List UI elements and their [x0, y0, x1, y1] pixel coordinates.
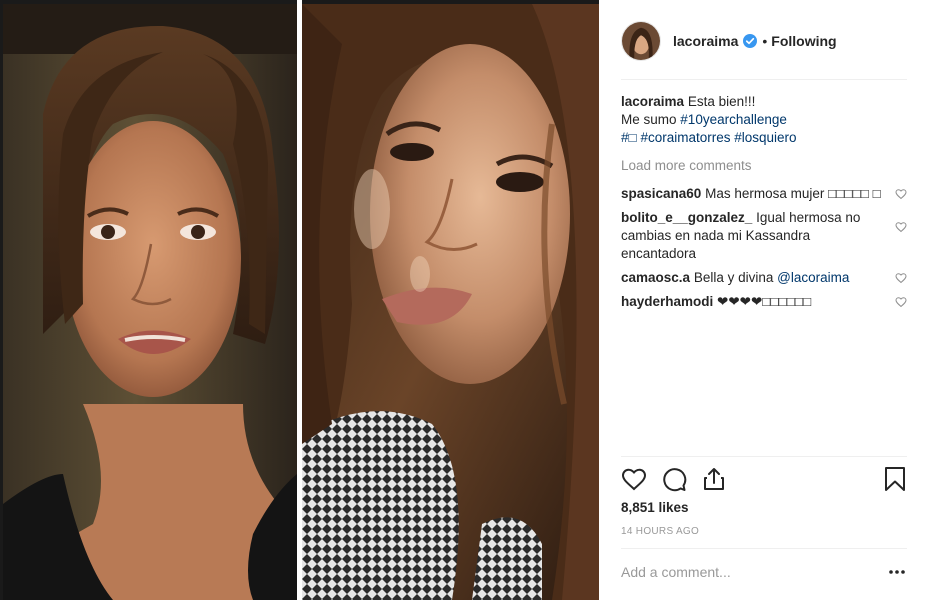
now-photo-image — [302, 4, 599, 600]
now-photo — [302, 4, 599, 600]
load-more-comments-button[interactable]: Load more comments — [621, 157, 752, 175]
comment-item: hayderhamodi ❤❤❤❤□□□□□□ — [621, 293, 907, 311]
add-comment-input[interactable] — [621, 562, 887, 582]
comment-like-icon[interactable] — [895, 188, 907, 200]
then-photo — [3, 4, 297, 600]
comment-item: camaosc.a Bella y divina @lacoraima — [621, 269, 907, 287]
following-button[interactable]: Following — [771, 33, 836, 49]
comment-text: ❤❤❤❤□□□□□□ — [717, 294, 812, 309]
post-media[interactable] — [0, 0, 599, 600]
comment-username[interactable]: hayderhamodi — [621, 294, 713, 309]
then-photo-image — [3, 4, 297, 600]
post-caption: lacoraima Esta bien!!! Me sumo #10yearch… — [621, 93, 907, 147]
comment-username[interactable]: camaosc.a — [621, 270, 690, 285]
comment-item: bolito_e__gonzalez_ Igual hermosa no cam… — [621, 209, 907, 263]
comments-list: lacoraima Esta bien!!! Me sumo #10yearch… — [621, 93, 907, 317]
header-divider — [621, 79, 907, 80]
heart-icon[interactable] — [621, 466, 647, 492]
hashtag-10yearchallenge[interactable]: #10yearchallenge — [680, 112, 787, 127]
caption-line1: Esta bien!!! — [687, 94, 756, 109]
post-actions — [621, 466, 907, 492]
caption-username[interactable]: lacoraima — [621, 94, 684, 109]
more-options-icon[interactable] — [887, 564, 907, 580]
actions-divider — [621, 456, 907, 457]
avatar-image — [622, 22, 660, 60]
likes-count[interactable]: 8,851 likes — [621, 500, 689, 515]
add-comment-divider — [621, 548, 907, 549]
post-header: lacoraima • Following — [621, 20, 907, 62]
hashtag-emoji[interactable]: #□ — [621, 130, 637, 145]
header-separator: • — [762, 33, 768, 49]
hashtag-losquiero[interactable]: #losquiero — [734, 130, 796, 145]
post-side-panel: lacoraima • Following lacoraima Esta bie… — [599, 0, 928, 600]
comment-item: spasicana60 Mas hermosa mujer □□□□□ □ — [621, 185, 907, 203]
bookmark-icon[interactable] — [883, 466, 907, 492]
comment-like-icon[interactable] — [895, 296, 907, 308]
comment-text: Mas hermosa mujer □□□□□ □ — [705, 186, 881, 201]
comment-mention[interactable]: @lacoraima — [777, 270, 849, 285]
header-username[interactable]: lacoraima — [673, 33, 738, 49]
post-timestamp: 14 HOURS AGO — [621, 526, 700, 537]
comment-like-icon[interactable] — [895, 272, 907, 284]
comment-text: Bella y divina — [693, 270, 774, 285]
share-icon[interactable] — [701, 466, 727, 492]
comment-like-icon[interactable] — [895, 221, 907, 233]
comment-bubble-icon[interactable] — [661, 466, 687, 492]
avatar[interactable] — [621, 21, 661, 61]
comment-username[interactable]: bolito_e__gonzalez_ — [621, 210, 752, 225]
hashtag-coraimatorres[interactable]: #coraimatorres — [640, 130, 730, 145]
comment-username[interactable]: spasicana60 — [621, 186, 701, 201]
verified-badge-icon — [743, 34, 758, 48]
caption-line2-prefix: Me sumo — [621, 112, 677, 127]
